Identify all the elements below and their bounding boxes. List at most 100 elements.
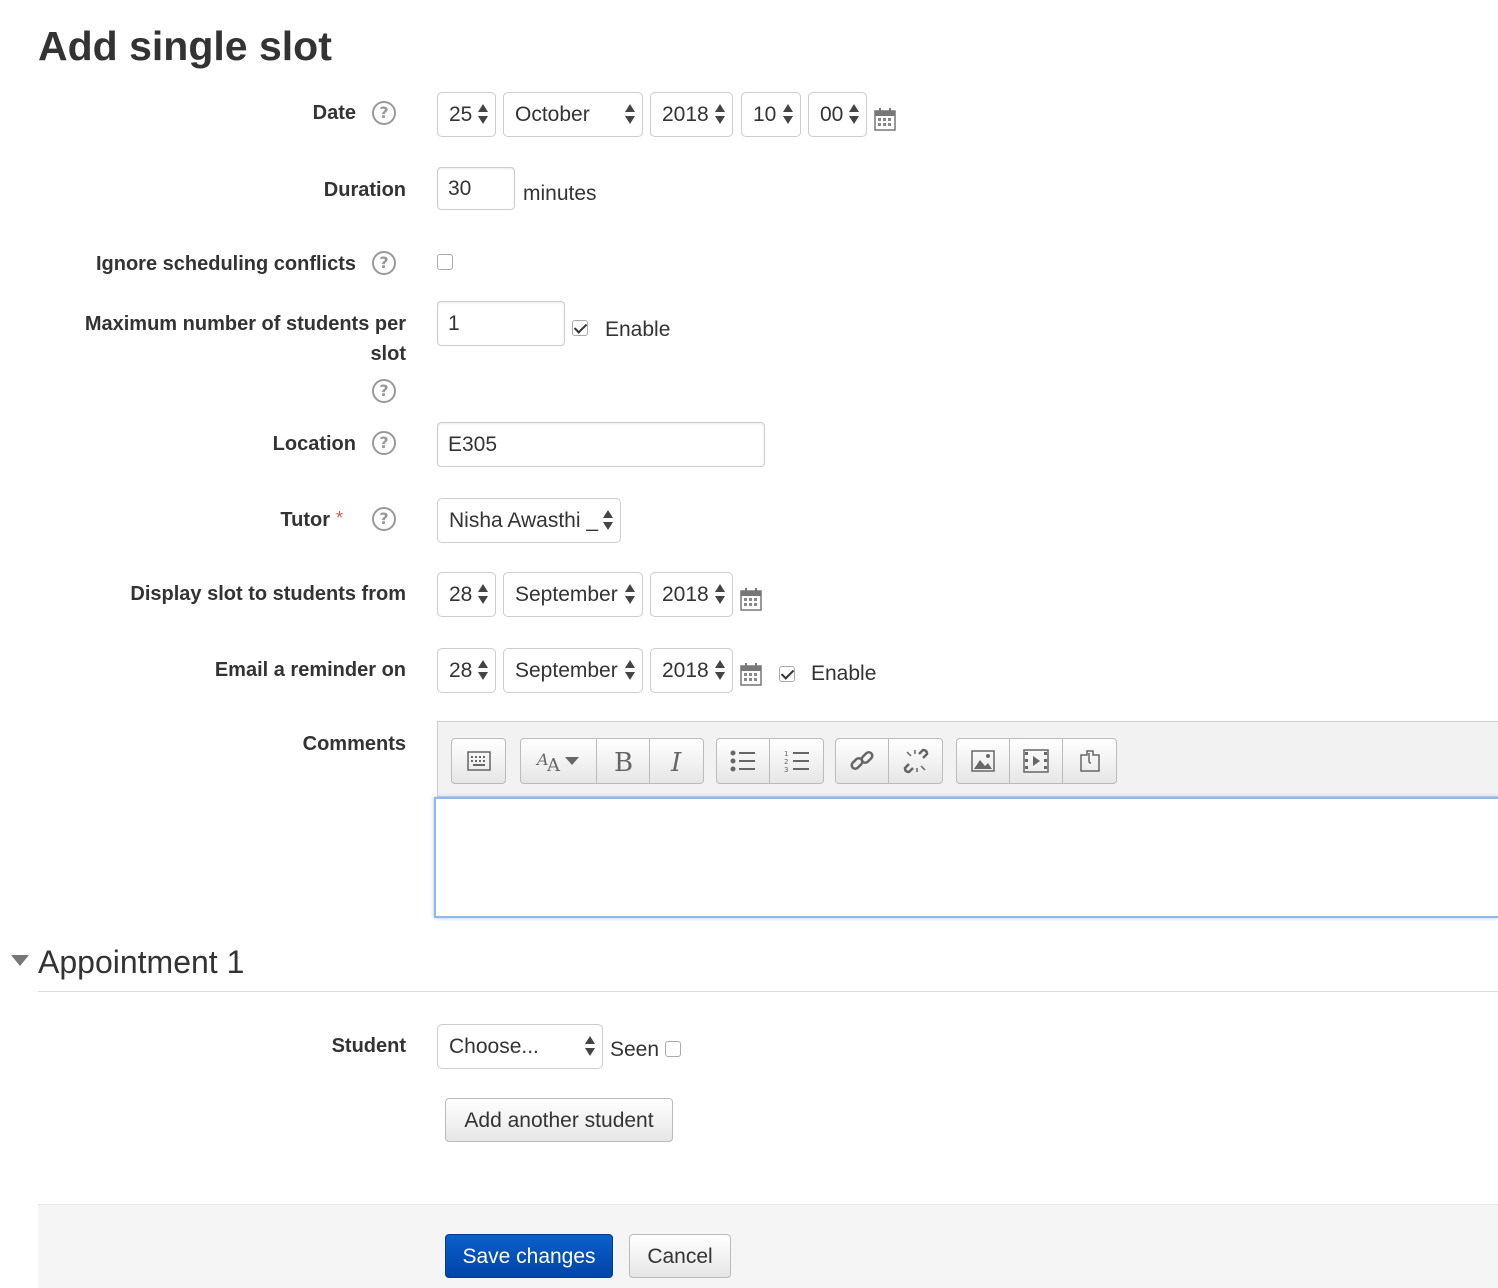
date-month-select[interactable]: October bbox=[503, 92, 643, 137]
tutor-value: Nisha Awasthi _ bbox=[449, 509, 599, 532]
date-hour-value: 10 bbox=[753, 103, 777, 126]
seen-checkbox[interactable] bbox=[665, 1041, 681, 1057]
calendar-icon[interactable] bbox=[740, 662, 762, 686]
comments-label: Comments bbox=[302, 733, 406, 755]
calendar-icon[interactable] bbox=[874, 107, 896, 131]
max-students-label-cont: slot bbox=[370, 343, 406, 365]
select-arrows-icon bbox=[783, 104, 793, 126]
display-day-select[interactable]: 28 bbox=[437, 572, 496, 617]
location-label: Location bbox=[272, 433, 356, 455]
toolbar-group-links bbox=[835, 738, 943, 784]
unordered-list-icon[interactable] bbox=[717, 739, 770, 783]
display-from-label: Display slot to students from bbox=[130, 583, 406, 605]
duration-unit: minutes bbox=[523, 182, 597, 205]
display-year-select[interactable]: 2018 bbox=[650, 572, 733, 617]
tutor-label: Tutor bbox=[280, 509, 330, 531]
help-icon[interactable]: ? bbox=[372, 251, 396, 275]
reminder-day-select[interactable]: 28 bbox=[437, 648, 496, 693]
help-icon[interactable]: ? bbox=[372, 507, 396, 531]
add-student-button[interactable]: Add another student bbox=[445, 1098, 673, 1142]
date-minute-select[interactable]: 00 bbox=[808, 92, 867, 137]
select-arrows-icon bbox=[478, 660, 488, 682]
reminder-month-value: September bbox=[515, 659, 618, 682]
reminder-year-select[interactable]: 2018 bbox=[650, 648, 733, 693]
location-input[interactable]: E305 bbox=[437, 422, 765, 467]
section-divider bbox=[38, 991, 1498, 992]
link-icon[interactable] bbox=[836, 739, 889, 783]
select-arrows-icon bbox=[849, 104, 859, 126]
toolbar-group-media bbox=[956, 738, 1117, 784]
help-icon[interactable]: ? bbox=[372, 379, 396, 403]
tutor-select[interactable]: Nisha Awasthi _ bbox=[437, 498, 621, 543]
date-day-value: 25 bbox=[449, 103, 473, 126]
collapse-triangle-icon[interactable] bbox=[11, 955, 29, 967]
ignore-conflicts-label: Ignore scheduling conflicts bbox=[95, 253, 356, 275]
toolbar-group-text: AA B I bbox=[520, 738, 704, 784]
reminder-enable-label: Enable bbox=[811, 662, 877, 685]
unlink-icon[interactable] bbox=[889, 739, 942, 783]
cancel-button[interactable]: Cancel bbox=[629, 1234, 731, 1278]
italic-icon[interactable]: I bbox=[650, 739, 703, 783]
select-arrows-icon bbox=[478, 584, 488, 606]
select-arrows-icon bbox=[625, 660, 635, 682]
date-hour-select[interactable]: 10 bbox=[741, 92, 801, 137]
seen-label: Seen bbox=[610, 1038, 660, 1061]
svg-text:3: 3 bbox=[784, 766, 788, 773]
ordered-list-icon[interactable]: 123 bbox=[770, 739, 823, 783]
reminder-enable-checkbox[interactable] bbox=[779, 666, 795, 682]
manage-files-icon[interactable] bbox=[1063, 739, 1116, 783]
help-icon[interactable]: ? bbox=[372, 101, 396, 125]
required-icon: * bbox=[336, 508, 344, 528]
reminder-day-value: 28 bbox=[449, 659, 473, 682]
editor-toolbar: AA B I 123 bbox=[437, 721, 1498, 797]
bold-icon[interactable]: B bbox=[597, 739, 650, 783]
date-month-value: October bbox=[515, 103, 590, 126]
date-year-select[interactable]: 2018 bbox=[650, 92, 733, 137]
svg-text:I: I bbox=[670, 748, 682, 775]
display-month-value: September bbox=[515, 583, 618, 606]
svg-text:2: 2 bbox=[784, 758, 788, 766]
form-footer bbox=[38, 1204, 1498, 1288]
max-students-label: Maximum number of students per bbox=[84, 313, 406, 335]
svg-text:1: 1 bbox=[784, 750, 788, 758]
reminder-month-select[interactable]: September bbox=[503, 648, 643, 693]
student-label: Student bbox=[331, 1035, 406, 1057]
svg-text:B: B bbox=[614, 748, 633, 775]
help-icon[interactable]: ? bbox=[372, 431, 396, 455]
page-title: Add single slot bbox=[38, 23, 332, 69]
reminder-year-value: 2018 bbox=[662, 659, 709, 682]
date-label: Date bbox=[312, 102, 356, 124]
date-minute-value: 00 bbox=[820, 103, 844, 126]
student-select[interactable]: Choose... bbox=[437, 1024, 603, 1069]
student-value: Choose... bbox=[449, 1035, 539, 1058]
font-style-icon[interactable]: AA bbox=[521, 739, 597, 783]
ignore-conflicts-checkbox[interactable] bbox=[437, 254, 453, 270]
image-icon[interactable] bbox=[957, 739, 1010, 783]
display-day-value: 28 bbox=[449, 583, 473, 606]
max-students-input[interactable]: 1 bbox=[437, 301, 565, 346]
select-arrows-icon bbox=[715, 660, 725, 682]
comments-editor[interactable] bbox=[434, 797, 1498, 918]
select-arrows-icon bbox=[625, 104, 635, 126]
date-year-value: 2018 bbox=[662, 103, 709, 126]
select-arrows-icon bbox=[715, 104, 725, 126]
toolbar-group-lists: 123 bbox=[716, 738, 824, 784]
select-arrows-icon bbox=[478, 104, 488, 126]
date-day-select[interactable]: 25 bbox=[437, 92, 496, 137]
select-arrows-icon bbox=[585, 1036, 595, 1058]
max-students-enable-label: Enable bbox=[605, 318, 671, 341]
save-button[interactable]: Save changes bbox=[445, 1234, 613, 1278]
media-icon[interactable] bbox=[1010, 739, 1063, 783]
select-arrows-icon bbox=[715, 584, 725, 606]
max-students-enable-checkbox[interactable] bbox=[572, 320, 588, 336]
toggle-toolbar-icon[interactable] bbox=[452, 739, 505, 783]
duration-input[interactable]: 30 bbox=[437, 167, 515, 210]
select-arrows-icon bbox=[625, 584, 635, 606]
display-month-select[interactable]: September bbox=[503, 572, 643, 617]
appointment-section-title[interactable]: Appointment 1 bbox=[38, 942, 244, 982]
email-reminder-label: Email a reminder on bbox=[214, 659, 406, 681]
calendar-icon[interactable] bbox=[740, 587, 762, 611]
select-arrows-icon bbox=[603, 510, 613, 532]
svg-text:A: A bbox=[546, 755, 561, 775]
toolbar-group-toggle bbox=[451, 738, 506, 784]
